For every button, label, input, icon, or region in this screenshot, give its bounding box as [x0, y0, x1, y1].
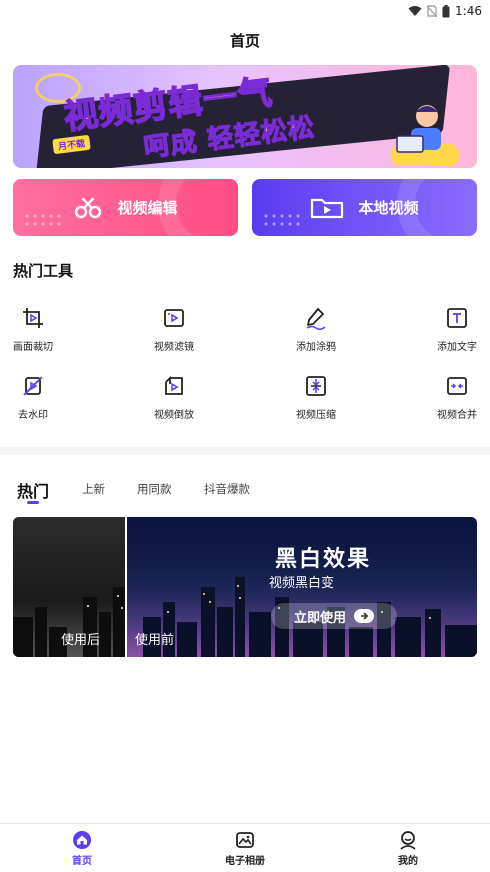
- video-edit-button[interactable]: 视频编辑: [13, 179, 238, 236]
- arc-decoration: [158, 179, 238, 236]
- status-time: 1:46: [455, 4, 482, 18]
- tool-label: 视频滤镜: [154, 342, 194, 353]
- compare-divider: [125, 517, 127, 657]
- active-tab-indicator: [27, 501, 39, 504]
- filter-icon: [164, 309, 184, 327]
- tool-compress[interactable]: 视频压缩: [276, 374, 356, 421]
- arc-decoration: [397, 179, 477, 236]
- tool-label: 视频压缩: [296, 410, 336, 421]
- tool-label: 添加文字: [437, 342, 477, 353]
- tab-new[interactable]: 上新: [82, 481, 105, 497]
- category-tabs: 热门 上新 用同款 抖音爆款: [0, 478, 490, 508]
- reverse-icon: [165, 375, 183, 395]
- dots-decoration: [262, 212, 302, 228]
- home-icon: [73, 831, 91, 849]
- tool-label: 视频倒放: [154, 410, 194, 421]
- tab-douyin-trending[interactable]: 抖音爆款: [204, 481, 250, 497]
- arrow-right-icon: [354, 609, 374, 623]
- wifi-icon: [408, 6, 422, 16]
- nav-home[interactable]: 首页: [42, 830, 122, 867]
- tool-label: 画面裁切: [13, 342, 53, 353]
- tool-label: 添加涂鸦: [296, 342, 336, 353]
- feature-title: 黑白效果: [275, 547, 372, 572]
- local-video-button[interactable]: 本地视频: [252, 179, 477, 236]
- compress-icon: [306, 376, 326, 396]
- tool-label: 视频合并: [437, 410, 477, 421]
- hot-tools-title: 热门工具: [13, 262, 74, 280]
- battery-icon: [442, 4, 450, 17]
- tool-reverse[interactable]: 视频倒放: [134, 374, 214, 421]
- use-now-button[interactable]: 立即使用: [271, 603, 397, 629]
- tool-doodle[interactable]: 添加涂鸦: [276, 306, 356, 353]
- person-laptop-illustration: [391, 105, 459, 166]
- black-white-effect-card[interactable]: 黑白效果 视频黑白变 立即使用 使用后 使用前: [13, 517, 477, 657]
- page-title: 首页: [229, 32, 260, 50]
- folder-icon: [311, 198, 344, 218]
- merge-icon: [447, 377, 467, 395]
- pen-icon: [306, 308, 326, 330]
- tool-crop[interactable]: 画面裁切: [0, 306, 73, 353]
- tool-filter[interactable]: 视频滤镜: [134, 306, 214, 353]
- no-sim-icon: [427, 5, 438, 17]
- scissors-icon: [75, 197, 102, 218]
- promo-banner[interactable]: 视频剪辑一气 呵成 轻轻松松 月不载: [13, 65, 477, 168]
- tool-merge[interactable]: 视频合并: [417, 374, 490, 421]
- album-icon: [236, 832, 254, 848]
- dots-decoration: [23, 212, 63, 228]
- tab-same-style[interactable]: 用同款: [137, 481, 172, 497]
- nav-home-label: 首页: [72, 856, 92, 867]
- profile-icon: [400, 831, 416, 850]
- feature-subtitle: 视频黑白变: [269, 576, 335, 591]
- use-now-label: 立即使用: [293, 610, 346, 626]
- section-divider: [0, 447, 490, 455]
- tab-hot[interactable]: 热门: [17, 478, 49, 502]
- text-icon: [447, 308, 467, 328]
- nav-album-label: 电子相册: [225, 856, 265, 867]
- nav-profile[interactable]: 我的: [368, 830, 448, 867]
- crop-icon: [23, 308, 43, 328]
- bottom-navigation: 首页 电子相册 我的: [0, 823, 490, 872]
- tool-label: 去水印: [18, 410, 48, 421]
- before-label: 使用前: [135, 633, 175, 648]
- nav-profile-label: 我的: [398, 856, 418, 867]
- status-bar: 1:46: [0, 0, 490, 22]
- tool-text[interactable]: 添加文字: [417, 306, 490, 353]
- tool-remove-watermark[interactable]: 去水印: [0, 374, 73, 421]
- nav-album[interactable]: 电子相册: [205, 830, 285, 867]
- after-label: 使用后: [61, 633, 101, 648]
- watermark-icon: [23, 376, 43, 396]
